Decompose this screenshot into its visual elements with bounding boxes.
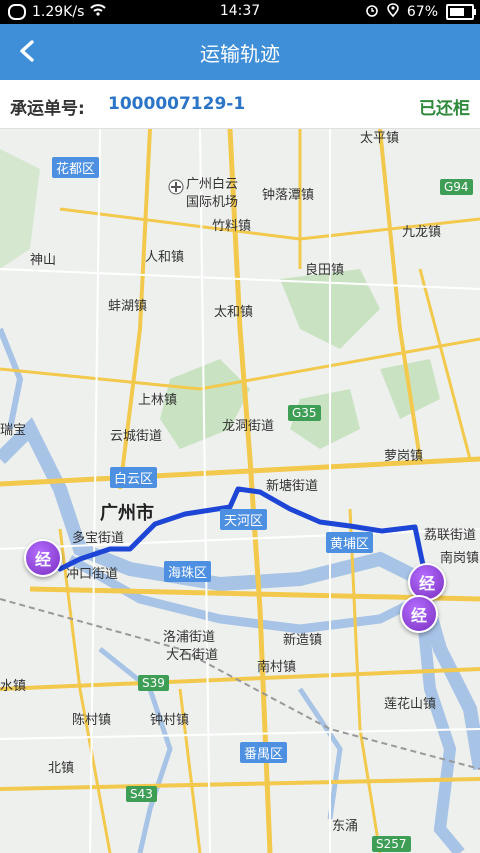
highway-label: S39 [138, 675, 169, 691]
place-label: 萝岗镇 [384, 449, 424, 464]
place-label: 蚌湖镇 [108, 299, 148, 314]
place-label: 云城街道 [110, 429, 163, 444]
place-label: 龙洞街道 [222, 419, 275, 434]
place-label: 广州白云 [186, 177, 239, 192]
highway-label: G94 [440, 179, 473, 195]
place-label: 水镇 [0, 679, 27, 694]
place-label: 洛浦街道 [163, 630, 216, 645]
place-label: 太平镇 [360, 131, 400, 146]
order-status-badge: 已还柜 [419, 99, 470, 119]
place-label: 新造镇 [283, 633, 323, 648]
place-label: 陈村镇 [72, 713, 112, 728]
waypoint-marker-start[interactable]: 经 [24, 539, 62, 577]
district-label: 天河区 [220, 509, 268, 530]
highway-label: G35 [288, 405, 321, 421]
highway-label: S43 [126, 786, 157, 802]
order-number-value: 1000007129-1 [108, 94, 246, 114]
battery-icon [446, 4, 476, 20]
place-label: 钟村镇 [150, 713, 190, 728]
alarm-icon [365, 3, 379, 21]
location-icon [387, 3, 399, 21]
place-label: 九龙镇 [402, 225, 442, 240]
district-label: 番禺区 [240, 742, 288, 763]
district-label: 花都区 [52, 157, 100, 178]
place-label: 人和镇 [145, 250, 185, 265]
place-label: 上林镇 [138, 393, 178, 408]
place-label: 北镇 [48, 761, 75, 776]
place-label: 竹料镇 [212, 219, 252, 234]
page-title: 运输轨迹 [200, 42, 280, 66]
place-label: 南岗镇 [440, 551, 480, 566]
district-label: 白云区 [110, 467, 158, 488]
battery-percent: 67% [406, 4, 438, 20]
airport-icon [168, 179, 184, 195]
order-number-label: 承运单号: [10, 99, 85, 119]
place-label: 神山 [30, 253, 57, 268]
place-label: 南村镇 [257, 660, 297, 675]
waypoint-marker-end[interactable]: 经 [400, 595, 438, 633]
place-label: 钟落潭镇 [262, 188, 315, 203]
district-label: 黄埔区 [326, 532, 374, 553]
district-label: 海珠区 [164, 561, 212, 582]
place-label: 良田镇 [305, 263, 345, 278]
place-label: 荔联街道 [424, 528, 477, 543]
place-label: 新塘街道 [266, 479, 319, 494]
place-label: 东涌 [332, 819, 359, 834]
place-label: 莲花山镇 [384, 697, 437, 712]
status-bar: 1.29K/s 14:37 67% [0, 0, 480, 24]
place-label: 多宝街道 [72, 531, 125, 546]
place-label: 瑞宝 [0, 423, 27, 438]
place-label: 大石街道 [166, 648, 219, 663]
route-map[interactable]: 花都区 白云区 天河区 黄埔区 海珠区 番禺区 广州市 广州白云 国际机场 钟落… [0, 129, 480, 853]
nav-bar: 运输轨迹 [0, 24, 480, 80]
highway-label: S257 [372, 836, 411, 852]
place-label: 太和镇 [214, 305, 254, 320]
order-info-row: 承运单号: 1000007129-1 已还柜 [0, 80, 480, 129]
place-label: 国际机场 [186, 195, 239, 210]
status-right: 67% [365, 3, 476, 21]
city-label: 广州市 [100, 503, 154, 524]
place-label: 冲口街道 [66, 567, 119, 582]
